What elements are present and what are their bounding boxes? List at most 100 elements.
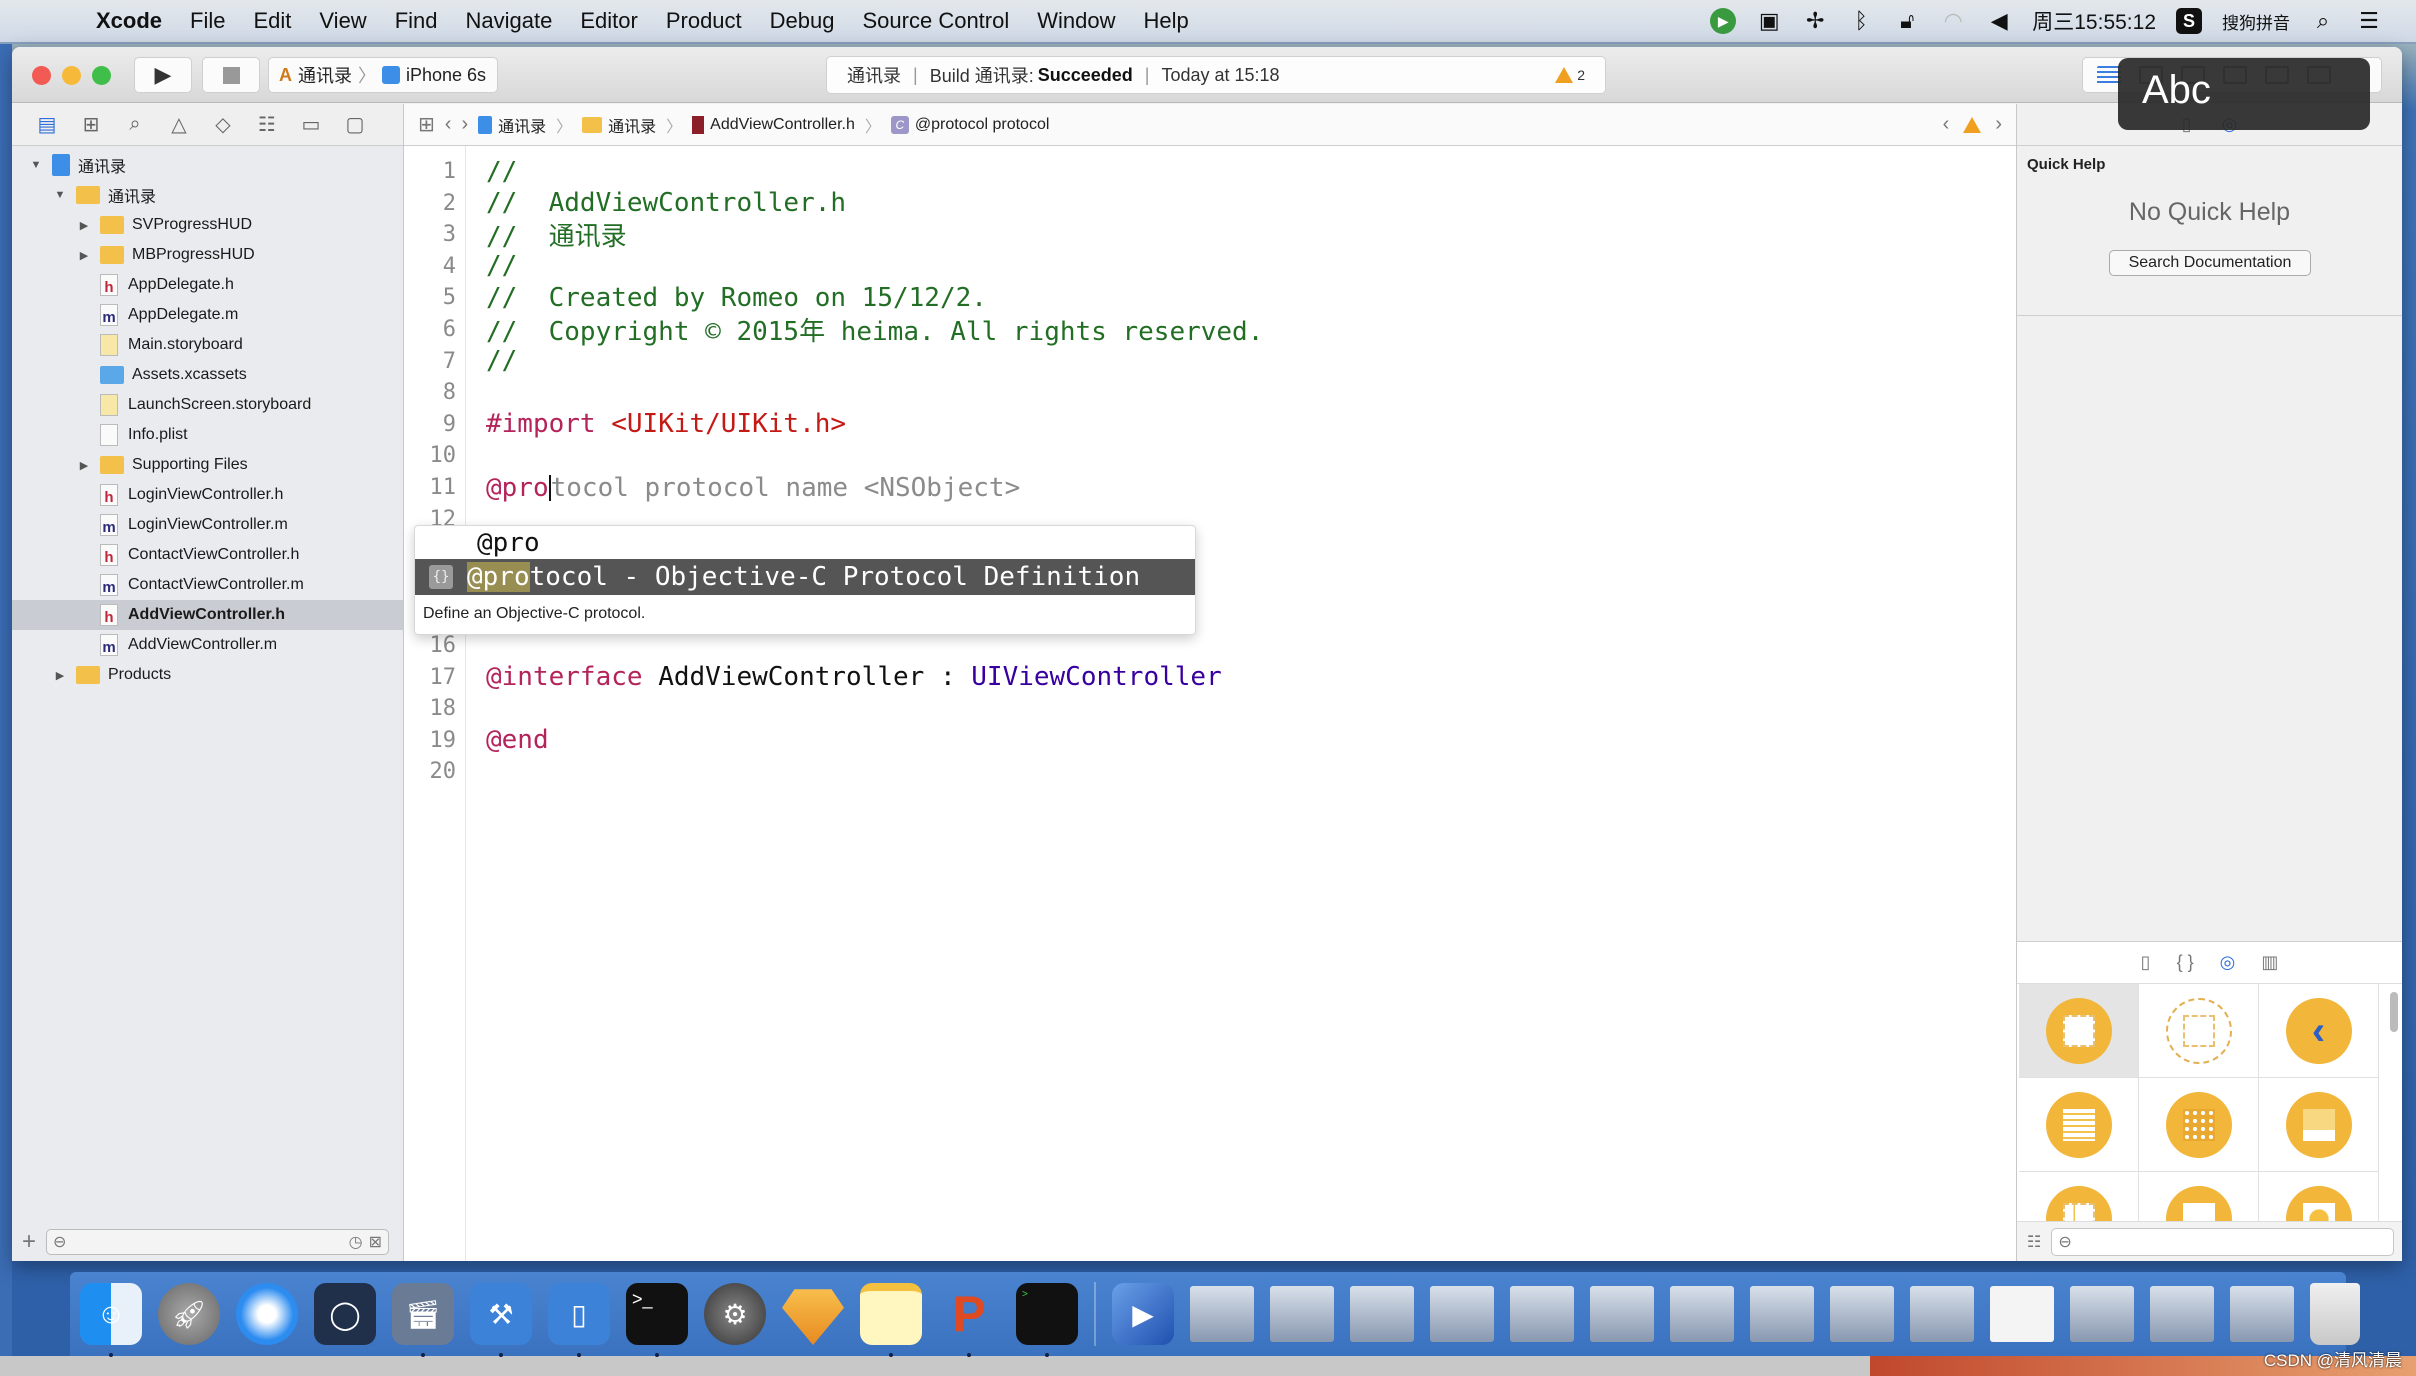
dock-console-icon[interactable]: > — [1016, 1283, 1078, 1357]
dock-minimized-window-icon[interactable] — [1350, 1286, 1414, 1342]
dock-minimized-window-icon[interactable] — [1430, 1286, 1494, 1342]
tree-item[interactable]: m AddViewController.m — [12, 630, 403, 660]
disclosure-expanded-icon[interactable]: ▼ — [52, 189, 68, 201]
code-line[interactable]: 2 // AddViewController.h — [404, 188, 2016, 219]
menu-help[interactable]: Help — [1130, 8, 1203, 34]
code-line[interactable]: 4 // — [404, 251, 2016, 282]
library-item-table-view-controller[interactable] — [2019, 1078, 2139, 1172]
tree-item[interactable]: Main.storyboard — [12, 330, 403, 360]
bluetooth-icon[interactable]: ᛒ — [1848, 8, 1874, 34]
code-line[interactable]: 11 @protocol protocol name <NSObject> — [404, 472, 2016, 503]
scm-status-icon[interactable]: ⊠ — [369, 1232, 382, 1252]
library-scrollbar[interactable] — [2390, 992, 2398, 1032]
dock-safari-icon[interactable]: ✧ — [236, 1283, 298, 1345]
tree-item[interactable]: ▶ Supporting Files — [12, 450, 403, 480]
wifi-icon[interactable]: ◠ — [1940, 8, 1966, 34]
dock-minimized-window-icon[interactable] — [1670, 1286, 1734, 1342]
folder-icon[interactable]: ▤ — [36, 114, 58, 136]
code-line[interactable]: 18 — [404, 693, 2016, 724]
recorder-icon[interactable]: ▶ — [1710, 8, 1737, 34]
back-arrow-icon[interactable]: ‹ — [445, 113, 452, 136]
debug-gauge-icon[interactable]: ☷ — [256, 114, 278, 136]
report-bubble-icon[interactable]: ▢ — [344, 114, 366, 136]
dock-notes-icon[interactable] — [860, 1283, 922, 1357]
library-item-view-controller[interactable] — [2019, 984, 2139, 1078]
previous-issue-icon[interactable]: ‹ — [1943, 113, 1950, 136]
disclosure-collapsed-icon[interactable]: ▶ — [76, 459, 92, 472]
dock-minimized-window-icon[interactable] — [1910, 1286, 1974, 1342]
tree-item[interactable]: ▶ MBProgressHUD — [12, 240, 403, 270]
dock-powerpoint-icon[interactable]: P — [938, 1283, 1000, 1357]
dock-minimized-window-icon[interactable] — [1190, 1286, 1254, 1342]
dock-minimized-window-icon[interactable] — [1590, 1286, 1654, 1342]
test-diamond-icon[interactable]: ◇ — [212, 114, 234, 136]
dock-minimized-window-icon[interactable] — [2070, 1286, 2134, 1342]
spotlight-search-icon[interactable]: ⌕ — [2310, 8, 2336, 34]
tree-item[interactable]: Info.plist — [12, 420, 403, 450]
library-item-collection-view-controller[interactable] — [2139, 1078, 2259, 1172]
tree-item[interactable]: ▼ 通讯录 — [12, 150, 403, 180]
add-file-button[interactable]: + — [22, 1228, 36, 1256]
code-line[interactable]: 20 — [404, 756, 2016, 787]
dock-simulator-icon[interactable]: ▯ — [548, 1283, 610, 1357]
completion-item-selected[interactable]: {} @pro tocol - Objective-C Protocol Defi… — [415, 559, 1195, 595]
lock-icon[interactable]: 🔓︎ — [1894, 8, 1920, 34]
zoom-window-button[interactable] — [92, 66, 111, 85]
menu-edit[interactable]: Edit — [239, 8, 305, 34]
recent-files-icon[interactable]: ◷ — [349, 1232, 363, 1252]
menu-file[interactable]: File — [176, 8, 239, 34]
tree-item[interactable]: ▶ SVProgressHUD — [12, 210, 403, 240]
tree-item[interactable]: h AppDelegate.h — [12, 270, 403, 300]
sogou-ime-icon[interactable]: S — [2176, 8, 2202, 34]
warning-icon[interactable] — [1963, 116, 1982, 133]
clock[interactable]: 周三15:55:12 — [2032, 6, 2156, 36]
media-library-icon[interactable]: ▥ — [2261, 952, 2278, 973]
menu-view[interactable]: View — [305, 8, 380, 34]
run-button[interactable]: ▶ — [134, 57, 192, 93]
breadcrumb-file[interactable]: AddViewController.h — [692, 115, 855, 134]
breadcrumb-symbol[interactable]: C @protocol protocol — [890, 115, 1049, 134]
menu-navigate[interactable]: Navigate — [452, 8, 567, 34]
scheme-selector[interactable]: A 通讯录 〉 iPhone 6s — [268, 57, 498, 93]
library-item-storyboard-reference[interactable] — [2139, 984, 2259, 1078]
notification-center-icon[interactable]: ☰ — [2356, 8, 2382, 34]
breadcrumb-group[interactable]: 通讯录 — [582, 113, 656, 137]
disclosure-collapsed-icon[interactable]: ▶ — [76, 219, 92, 232]
code-line[interactable]: 10 — [404, 440, 2016, 471]
code-line[interactable]: 17 @interface AddViewController : UIViewC… — [404, 662, 2016, 693]
file-template-icon[interactable]: ▯ — [2141, 952, 2151, 973]
warning-triangle-icon[interactable]: △ — [168, 114, 190, 136]
navigator-filter-input[interactable]: ⊖ ◷ ⊠ — [46, 1229, 389, 1255]
breadcrumb-project[interactable]: 通讯录 — [478, 113, 546, 137]
grid-list-toggle-icon[interactable]: ☷ — [2027, 1232, 2041, 1252]
disclosure-collapsed-icon[interactable]: ▶ — [76, 249, 92, 262]
menu-app-xcode[interactable]: Xcode — [82, 8, 176, 34]
dock-sketch-icon[interactable] — [782, 1289, 844, 1345]
tree-item[interactable]: m LoginViewController.m — [12, 510, 403, 540]
tree-item[interactable]: h AddViewController.h — [12, 600, 403, 630]
dock-minimized-window-icon[interactable] — [2150, 1286, 2214, 1342]
ime-label[interactable]: 搜狗拼音 — [2222, 9, 2290, 34]
minimize-window-button[interactable] — [62, 66, 81, 85]
dock-minimized-window-icon[interactable] — [1270, 1286, 1334, 1342]
forward-arrow-icon[interactable]: › — [461, 113, 468, 136]
dock-minimized-window-icon[interactable] — [1990, 1286, 2054, 1342]
breakpoint-icon[interactable]: ▭ — [300, 114, 322, 136]
disclosure-collapsed-icon[interactable]: ▶ — [52, 669, 68, 682]
menu-find[interactable]: Find — [381, 8, 452, 34]
tree-item[interactable]: Assets.xcassets — [12, 360, 403, 390]
code-line[interactable]: 7 // — [404, 346, 2016, 377]
code-line[interactable]: 3 // 通讯录 — [404, 219, 2016, 252]
menu-window[interactable]: Window — [1023, 8, 1129, 34]
library-item-tab-bar-controller[interactable] — [2259, 1078, 2379, 1172]
dock-terminal-icon[interactable]: >_ — [626, 1283, 688, 1357]
code-line[interactable]: 6 // Copyright © 2015年 heima. All rights … — [404, 314, 2016, 347]
dock-media-player-icon[interactable]: ▶ — [1112, 1283, 1174, 1345]
dock-minimized-window-icon[interactable] — [2230, 1286, 2294, 1342]
dock-xcode-icon[interactable]: ⚒ — [470, 1283, 532, 1357]
warnings-badge[interactable]: 2 — [1555, 67, 1585, 83]
code-line[interactable]: 8 — [404, 377, 2016, 408]
object-library-icon[interactable]: ◎ — [2220, 952, 2236, 973]
dock-finder-icon[interactable]: ☺ — [80, 1283, 142, 1357]
tree-item[interactable]: m AppDelegate.m — [12, 300, 403, 330]
